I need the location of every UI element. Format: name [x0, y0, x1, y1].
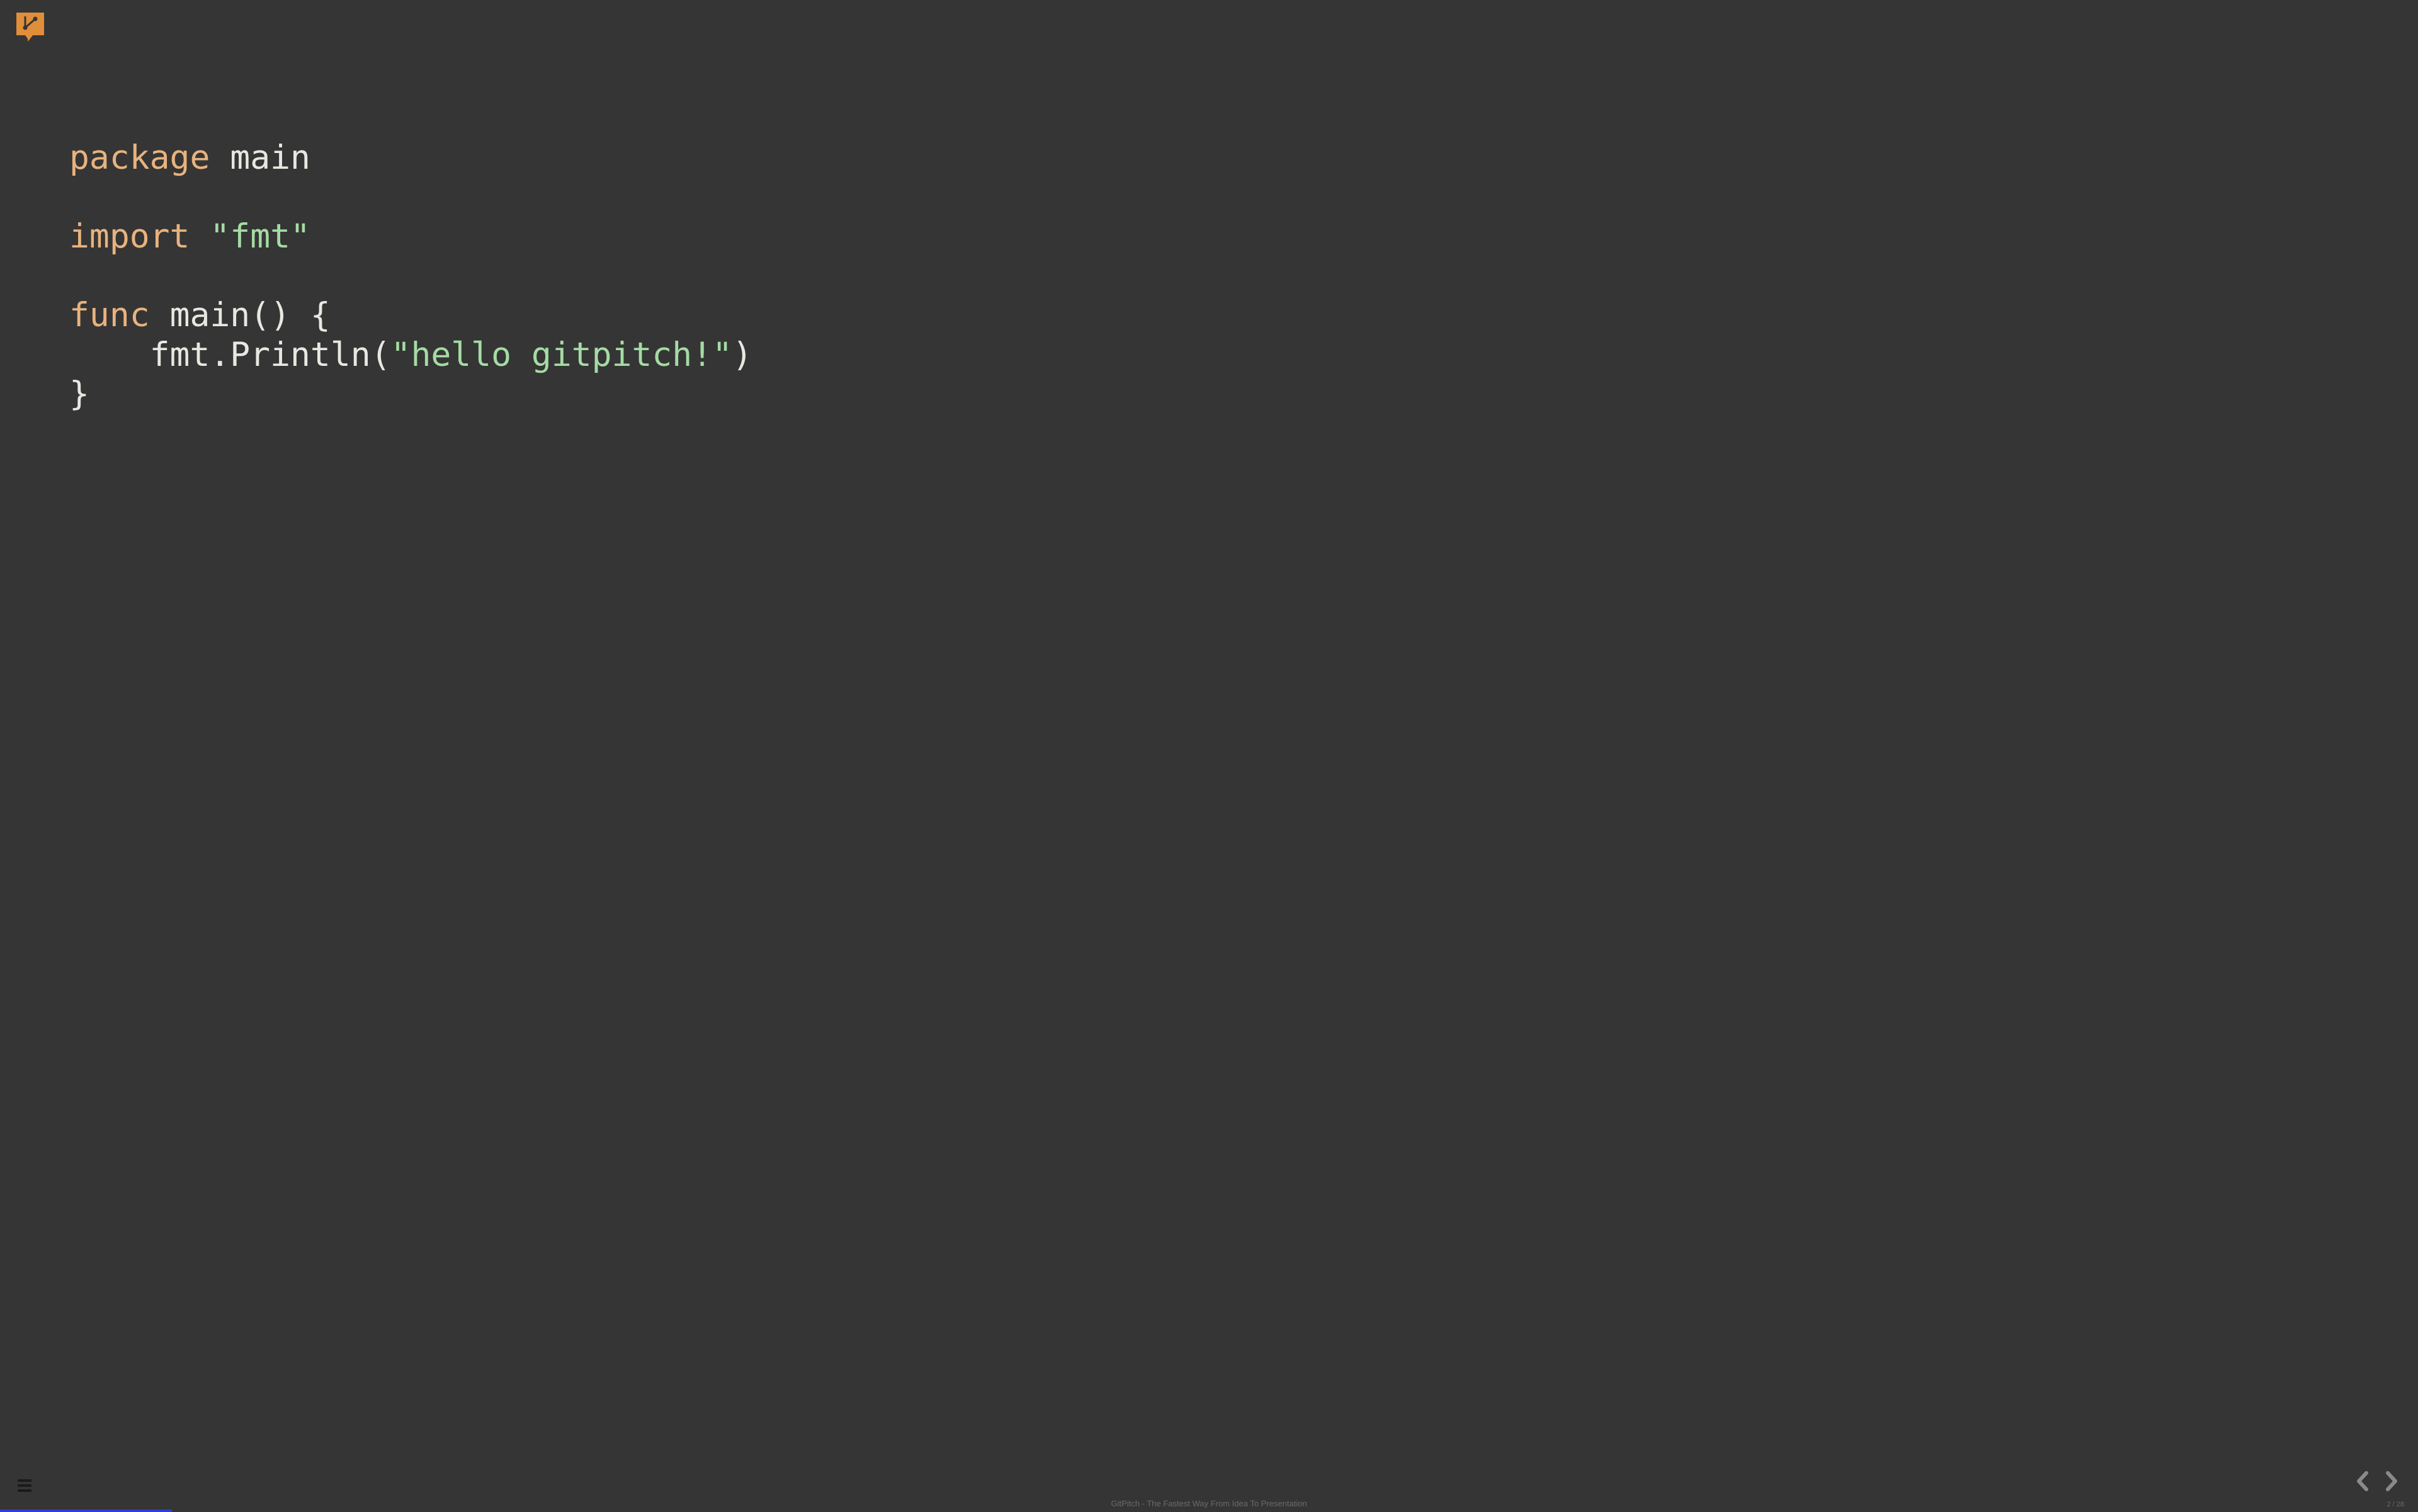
prev-slide-button[interactable]: [2354, 1470, 2371, 1492]
slide: package main import "fmt" func main() { …: [0, 0, 2418, 1512]
code-token: }: [69, 375, 89, 413]
page-counter: 2 / 28: [2387, 1501, 2404, 1508]
code-block: package main import "fmt" func main() { …: [69, 139, 752, 414]
next-slide-button[interactable]: [2383, 1470, 2400, 1492]
menu-button[interactable]: [18, 1477, 31, 1494]
code-token: func: [69, 296, 150, 334]
code-token: "hello gitpitch!": [391, 336, 732, 374]
code-token: main: [230, 139, 310, 177]
code-token: [210, 139, 230, 177]
progress-bar: [0, 1509, 172, 1512]
code-token: main: [170, 296, 251, 334]
nav-arrows: [2354, 1470, 2400, 1492]
code-token: import: [69, 217, 190, 256]
code-token: fmt.Println(: [69, 336, 391, 374]
code-token: [150, 296, 170, 334]
footer-tagline: GitPitch - The Fastest Way From Idea To …: [1111, 1499, 1307, 1508]
code-token: package: [69, 139, 210, 177]
code-token: "fmt": [210, 217, 310, 256]
code-token: [190, 217, 210, 256]
gitpitch-logo-icon: [14, 10, 47, 43]
code-token: ): [732, 336, 752, 374]
code-token: () {: [250, 296, 331, 334]
